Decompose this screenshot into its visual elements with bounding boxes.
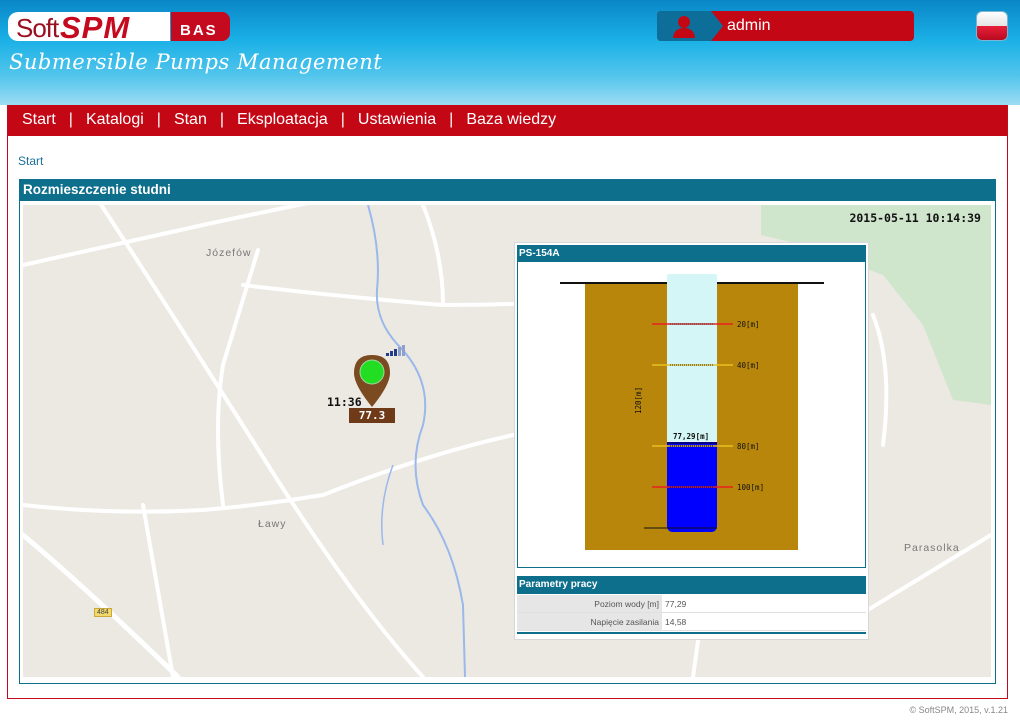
logo-bas-text: BAS (180, 22, 218, 39)
table-row: Poziom wody [m] 77,29 (517, 595, 866, 613)
well-info-popup: PS-154A 20[m] 40[m] 80[m] 100[m] 77,29[m… (514, 242, 869, 640)
user-icon-tab (657, 11, 711, 41)
param-label: Poziom wody [m] (517, 595, 662, 613)
app-header: Soft SPM BAS Submersible Pumps Managemen… (0, 0, 1020, 105)
well-diagram: 20[m] 40[m] 80[m] 100[m] 77,29[m] 120[m] (560, 274, 824, 550)
well-marker-time: 11:36 (327, 395, 362, 409)
params-bottom-border (517, 632, 866, 634)
table-row: Napięcie zasilania 14,58 (517, 612, 866, 631)
well-diagram-box: 20[m] 40[m] 80[m] 100[m] 77,29[m] 120[m] (517, 262, 866, 568)
depth-label-100: 100[m] (737, 483, 764, 492)
breadcrumb[interactable]: Start (18, 154, 43, 168)
place-label: Ławy (258, 518, 287, 530)
nav-separator: | (68, 111, 73, 128)
well-marker-value[interactable]: 77.3 (349, 408, 395, 423)
depth-label-80: 80[m] (737, 442, 760, 451)
water-level-label: 77,29[m] (673, 432, 709, 441)
signal-strength-icon (386, 345, 405, 356)
param-value: 77,29 (662, 595, 866, 613)
flag-pl-icon[interactable] (977, 12, 1007, 40)
nav-separator: | (156, 111, 161, 128)
flag-red-stripe (977, 26, 1007, 40)
param-value: 14,58 (662, 612, 866, 631)
nav-separator: | (219, 111, 225, 128)
app-tagline: Submersible Pumps Management (9, 50, 383, 74)
flag-white-stripe (977, 12, 1007, 26)
app-logo[interactable]: Soft SPM BAS (8, 10, 230, 45)
params-title: Parametry pracy (517, 576, 866, 594)
place-label: Parasolka (904, 542, 960, 554)
place-label: Józefów (206, 247, 252, 259)
road-number-badge: 484 (94, 608, 112, 617)
nav-separator: | (340, 111, 345, 128)
total-depth-label: 120[m] (634, 387, 643, 414)
params-table: Poziom wody [m] 77,29 Napięcie zasilania… (517, 595, 866, 631)
nav-item-baza-wiedzy[interactable]: Baza wiedzy (466, 111, 556, 129)
main-nav: Start | Katalogi | Stan | Eksploatacja | Ustawie… (8, 105, 1007, 136)
logo-spm-text: SPM (60, 10, 131, 45)
map-timestamp: 2015-05-11 10:14:39 (849, 211, 981, 225)
logo-soft-text: Soft (16, 13, 59, 43)
footer-copyright: © SoftSPM, 2015, v.1.21 (909, 705, 1008, 715)
depth-label-40: 40[m] (737, 361, 760, 370)
nav-item-eksploatacja[interactable]: Eksploatacja (237, 111, 328, 129)
param-label: Napięcie zasilania (517, 612, 662, 631)
user-name: admin (727, 17, 771, 34)
depth-label-20: 20[m] (737, 320, 760, 329)
nav-item-start[interactable]: Start (22, 111, 56, 129)
user-menu[interactable]: admin (657, 11, 914, 41)
user-icon (673, 16, 695, 38)
nav-item-ustawienia[interactable]: Ustawienia (358, 111, 436, 129)
panel-title: Rozmieszczenie studni (20, 180, 995, 201)
user-tab-arrow (711, 11, 723, 41)
nav-separator: | (449, 111, 454, 128)
nav-item-katalogi[interactable]: Katalogi (86, 111, 144, 129)
nav-item-stan[interactable]: Stan (174, 111, 207, 129)
popup-title: PS-154A (517, 245, 866, 262)
